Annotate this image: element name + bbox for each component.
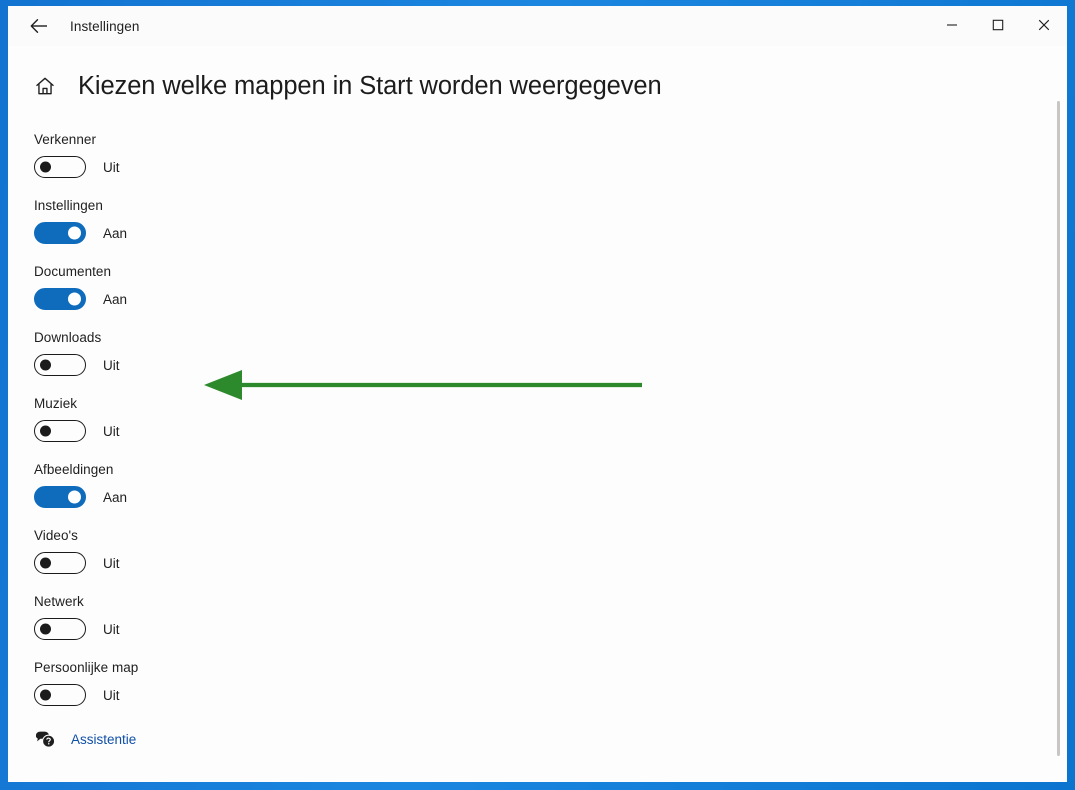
toggle-state-label: Uit [103,423,120,439]
toggle-state-label: Aan [103,225,128,241]
setting-label: Video's [34,528,78,543]
toggle-state-label: Uit [103,621,120,637]
setting-row-afbeeldingen: Afbeeldingen Aan [34,462,1067,508]
setting-row-downloads: Downloads Uit [34,330,1067,376]
toggle-state-label: Aan [103,291,128,307]
help-bubbles-icon-svg [35,731,55,748]
toggle-knob [68,292,81,306]
minimize-icon [947,24,957,26]
help-bubbles-icon [34,728,56,750]
setting-label: Downloads [34,330,102,345]
toggle-line: Uit [34,618,1067,640]
setting-row-documenten: Documenten Aan [34,264,1067,310]
setting-label: Afbeeldingen [34,462,114,477]
toggle-knob [40,161,51,173]
page-title: Kiezen welke mappen in Start worden weer… [78,71,662,100]
toggle-muziek[interactable] [34,420,86,442]
home-icon [36,77,54,95]
toggle-state-label: Uit [103,357,120,373]
toggle-line: Uit [34,420,1067,442]
titlebar: Instellingen [8,6,1067,46]
assistentie-link[interactable]: Assistentie [71,732,136,747]
setting-label: Persoonlijke map [34,660,139,675]
page-header: Kiezen welke mappen in Start worden weer… [8,64,1067,108]
maximize-button[interactable] [975,6,1021,44]
setting-row-videos: Video's Uit [34,528,1067,574]
window-frame: Instellingen Kiezen welke mappen in Star… [0,0,1075,790]
toggle-state-label: Uit [103,159,120,175]
toggle-downloads[interactable] [34,354,86,376]
settings-window: Instellingen Kiezen welke mappen in Star… [8,6,1067,782]
close-icon [1038,19,1050,31]
vertical-scrollbar[interactable] [1052,101,1064,756]
setting-row-verkenner: Verkenner Uit [34,132,1067,178]
setting-row-instellingen: Instellingen Aan [34,198,1067,244]
toggle-instellingen[interactable] [34,222,86,244]
toggle-line: Uit [34,552,1067,574]
window-controls [929,6,1067,46]
toggle-line: Uit [34,156,1067,178]
toggle-knob [40,557,51,569]
home-button[interactable] [30,71,60,101]
toggle-line: Uit [34,684,1067,706]
setting-label: Netwerk [34,594,84,609]
toggle-verkenner[interactable] [34,156,86,178]
setting-label: Instellingen [34,198,103,213]
toggle-videos[interactable] [34,552,86,574]
close-button[interactable] [1021,6,1067,44]
toggle-line: Aan [34,222,1067,244]
toggle-line: Aan [34,486,1067,508]
toggle-state-label: Aan [103,489,128,505]
toggle-persoonlijke-map[interactable] [34,684,86,706]
setting-row-netwerk: Netwerk Uit [34,594,1067,640]
setting-row-persoonlijke-map: Persoonlijke map Uit [34,660,1067,706]
setting-label: Verkenner [34,132,96,147]
setting-label: Muziek [34,396,78,411]
toggle-afbeeldingen[interactable] [34,486,86,508]
toggle-knob [68,226,81,240]
toggle-state-label: Uit [103,555,120,571]
maximize-icon [992,19,1004,31]
toggle-state-label: Uit [103,687,120,703]
back-button[interactable] [18,10,60,42]
toggle-knob [40,623,51,635]
toggle-line: Aan [34,288,1067,310]
toggle-documenten[interactable] [34,288,86,310]
toggle-knob [40,689,51,701]
folder-toggle-list: Verkenner Uit Instellingen Aan Documente… [8,132,1067,706]
toggle-line: Uit [34,354,1067,376]
scrollbar-thumb[interactable] [1057,101,1060,756]
minimize-button[interactable] [929,6,975,44]
setting-label: Documenten [34,264,112,279]
toggle-knob [68,490,81,504]
toggle-knob [40,425,51,437]
arrow-left-icon [30,19,47,33]
toggle-netwerk[interactable] [34,618,86,640]
help-row: Assistentie [8,728,1067,750]
titlebar-title: Instellingen [70,18,140,34]
setting-row-muziek: Muziek Uit [34,396,1067,442]
toggle-knob [40,359,51,371]
